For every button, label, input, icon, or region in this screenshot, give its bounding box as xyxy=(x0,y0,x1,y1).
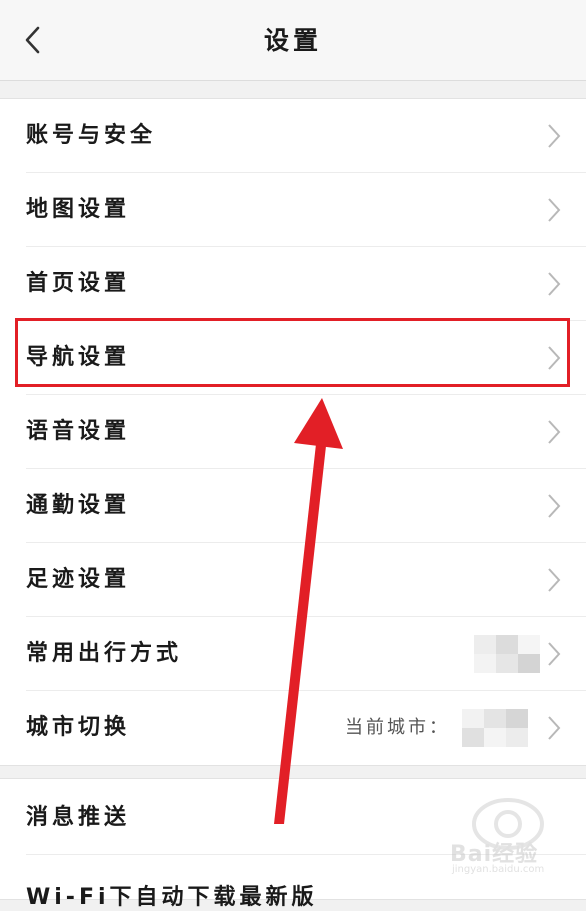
blurred-value xyxy=(462,709,528,747)
settings-group-main: 账号与安全 地图设置 首页设置 导航设置 语音设置 通勤设置 足迹设置 常用出行… xyxy=(0,98,586,766)
chevron-right-icon xyxy=(548,346,561,370)
settings-item-push[interactable]: 消息推送 xyxy=(0,781,586,855)
chevron-right-icon xyxy=(548,494,561,518)
chevron-right-icon xyxy=(548,642,561,666)
chevron-right-icon xyxy=(548,420,561,444)
settings-item-label: 城市切换 xyxy=(26,715,131,740)
chevron-right-icon xyxy=(548,716,561,740)
chevron-right-icon xyxy=(548,198,561,222)
settings-item-wifi-download[interactable]: Wi-Fi下自动下载最新版 xyxy=(26,879,318,911)
settings-item-label: 首页设置 xyxy=(26,271,131,296)
settings-item-home[interactable]: 首页设置 xyxy=(0,247,586,321)
settings-item-label: 通勤设置 xyxy=(26,493,131,518)
settings-item-navigation[interactable]: 导航设置 xyxy=(0,321,586,395)
settings-item-account-security[interactable]: 账号与安全 xyxy=(0,99,586,173)
settings-item-label: 导航设置 xyxy=(26,345,131,370)
settings-item-label: 账号与安全 xyxy=(26,123,157,148)
settings-item-travel-mode[interactable]: 常用出行方式 xyxy=(0,617,586,691)
settings-item-label: 消息推送 xyxy=(26,805,131,830)
settings-item-commute[interactable]: 通勤设置 xyxy=(0,469,586,543)
settings-item-voice[interactable]: 语音设置 xyxy=(0,395,586,469)
chevron-right-icon xyxy=(548,124,561,148)
settings-group-secondary: 消息推送 Wi-Fi下自动下载最新版 xyxy=(0,778,586,910)
row-divider xyxy=(26,854,586,855)
settings-item-label: 常用出行方式 xyxy=(26,641,183,666)
chevron-right-icon xyxy=(548,568,561,592)
settings-item-map[interactable]: 地图设置 xyxy=(0,173,586,247)
settings-item-label: 足迹设置 xyxy=(26,567,131,592)
settings-item-city-switch[interactable]: 城市切换 当前城市： xyxy=(0,691,586,765)
current-city-label: 当前城市： xyxy=(345,717,450,738)
chevron-right-icon xyxy=(548,272,561,296)
settings-item-label: 地图设置 xyxy=(26,197,131,222)
page-title: 设置 xyxy=(263,26,322,55)
blurred-value xyxy=(474,635,540,673)
nav-bar: 设置 xyxy=(0,0,586,81)
settings-item-footprint[interactable]: 足迹设置 xyxy=(0,543,586,617)
settings-item-label: 语音设置 xyxy=(26,419,131,444)
